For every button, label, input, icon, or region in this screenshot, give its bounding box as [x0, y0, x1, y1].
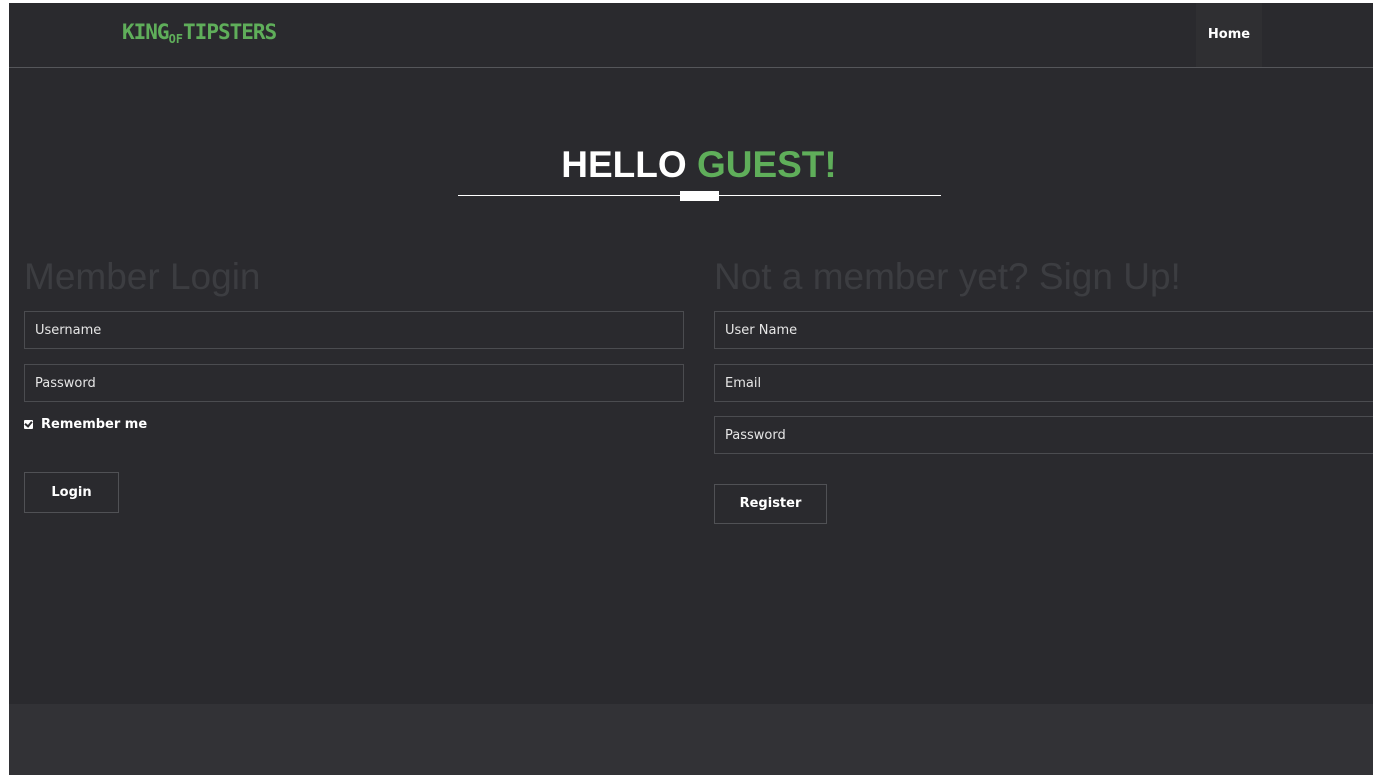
checkbox-checked-icon[interactable] [24, 420, 33, 429]
signup-email-field[interactable] [714, 364, 1373, 402]
signup-password-input[interactable] [715, 417, 1373, 453]
logo-text-king: KING [122, 20, 170, 44]
signup-username-field[interactable] [714, 311, 1373, 349]
page-footer [9, 704, 1373, 775]
login-password-field[interactable] [24, 364, 684, 402]
signup-password-field[interactable] [714, 416, 1373, 454]
login-title: Member Login [24, 256, 261, 297]
signup-title: Not a member yet? Sign Up! [714, 256, 1181, 297]
page: KINGOFTIPSTERS Home HELLO GUEST! Member … [9, 3, 1373, 775]
login-password-input[interactable] [25, 365, 683, 401]
signup-username-input[interactable] [715, 312, 1373, 348]
logo-text-of: OF [168, 32, 184, 46]
greeting-guest: GUEST! [696, 144, 837, 185]
nav-item-home[interactable]: Home [1196, 3, 1262, 67]
greeting-hello: HELLO [561, 144, 687, 185]
site-header: KINGOFTIPSTERS Home [9, 3, 1373, 68]
logo-text-tipsters: TIPSTERS [183, 20, 277, 44]
title-divider-block [680, 191, 719, 201]
signup-email-input[interactable] [715, 365, 1373, 401]
login-username-input[interactable] [25, 312, 683, 348]
site-logo[interactable]: KINGOFTIPSTERS [122, 20, 277, 51]
login-button[interactable]: Login [24, 472, 119, 513]
page-title: HELLO GUEST! [9, 143, 1373, 187]
remember-me-label: Remember me [41, 417, 148, 432]
remember-me-checkbox[interactable]: Remember me [24, 417, 147, 432]
register-button[interactable]: Register [714, 484, 827, 524]
login-username-field[interactable] [24, 311, 684, 349]
